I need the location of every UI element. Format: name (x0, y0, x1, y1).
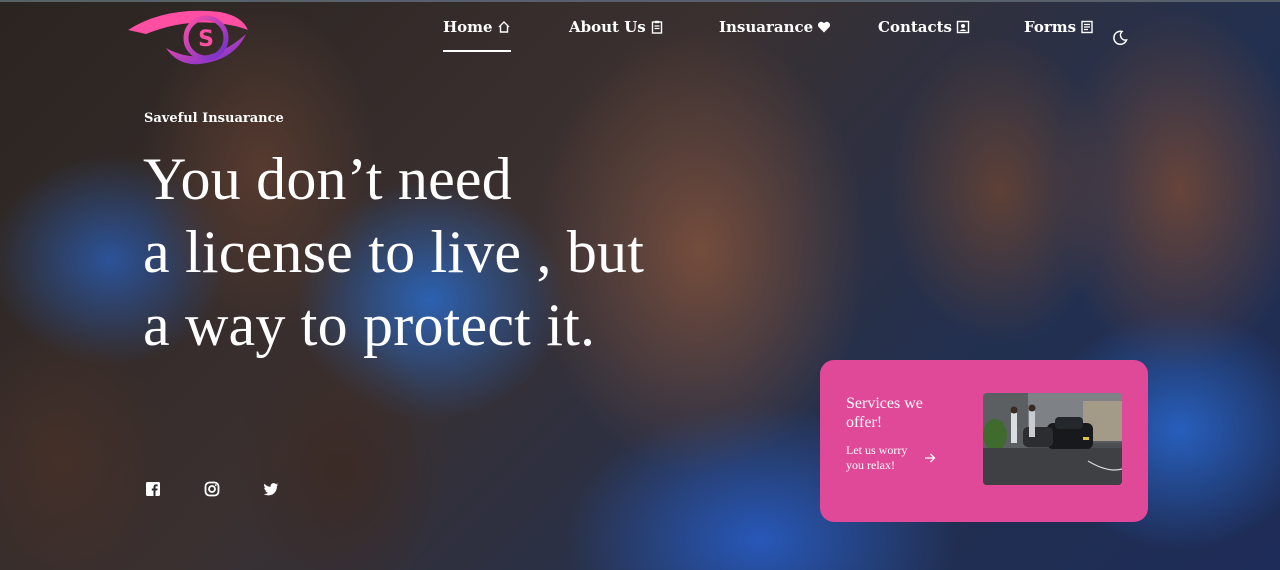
social-links (145, 481, 279, 497)
moon-icon[interactable] (1111, 29, 1129, 47)
top-border (0, 0, 1280, 2)
facebook-link[interactable] (145, 481, 161, 497)
nav-home-label: Home (443, 18, 493, 36)
headline-line-2: a license to live , but (143, 219, 645, 285)
nav-insuarance-label: Insuarance (719, 18, 814, 36)
nav-about-us[interactable]: About Us (569, 18, 664, 36)
services-card-link[interactable]: Let us worry you relax! (846, 443, 936, 473)
clipboard-icon (651, 20, 662, 34)
instagram-link[interactable] (204, 481, 220, 497)
services-card[interactable]: Services we offer! Let us worry you rela… (820, 360, 1148, 522)
facebook-icon (146, 482, 160, 496)
headline-line-1: You don’t need (143, 146, 512, 212)
home-icon (498, 21, 510, 33)
nav-home[interactable]: Home (443, 18, 511, 52)
twitter-link[interactable] (263, 481, 279, 497)
hero-headline: You don’t need a license to live , but a… (143, 143, 644, 362)
contact-card-icon (956, 20, 970, 34)
main-nav: Home About Us Insuarance Contacts Forms (0, 18, 1280, 52)
instagram-icon (204, 481, 220, 497)
headline-line-3: a way to protect it. (143, 292, 596, 358)
nav-about-us-label: About Us (569, 18, 646, 36)
nav-forms-label: Forms (1024, 18, 1077, 36)
nav-contacts-label: Contacts (878, 18, 953, 36)
twitter-icon (263, 483, 278, 496)
document-icon (1081, 20, 1093, 34)
nav-forms[interactable]: Forms (1024, 18, 1094, 36)
nav-insuarance[interactable]: Insuarance (719, 18, 831, 36)
services-card-image (983, 393, 1122, 485)
nav-contacts[interactable]: Contacts (878, 18, 970, 36)
services-card-title: Services we offer! (846, 395, 923, 431)
services-card-link-text: Let us worry you relax! (846, 443, 908, 472)
hero-eyebrow: Saveful Insuarance (144, 111, 284, 126)
arrow-right-icon (925, 453, 936, 463)
heart-icon (818, 21, 831, 33)
